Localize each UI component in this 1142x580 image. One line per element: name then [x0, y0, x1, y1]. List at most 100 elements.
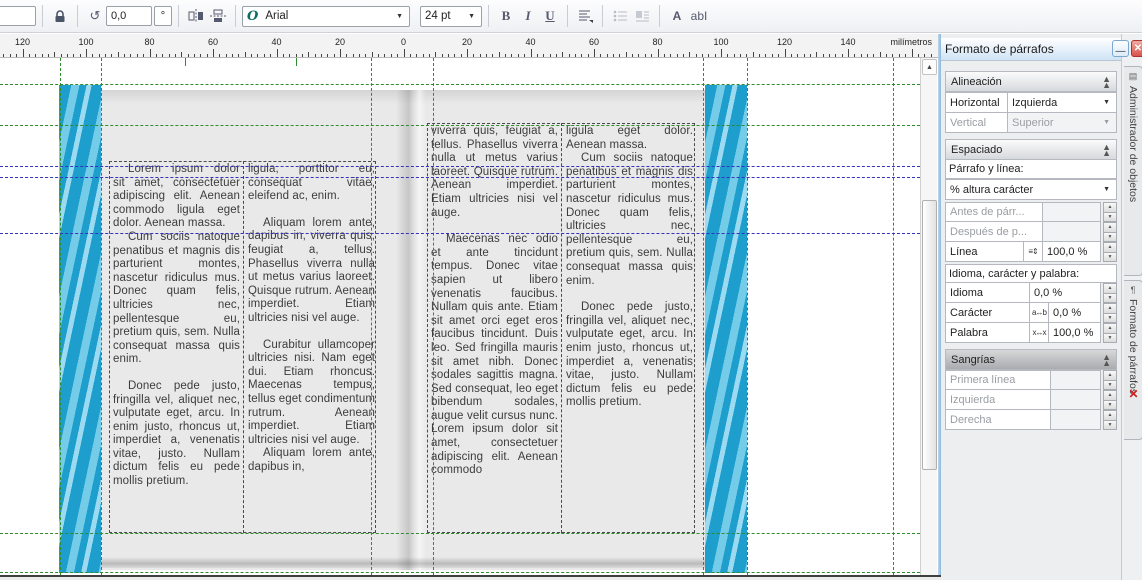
ruler-tick: [327, 54, 328, 57]
paragraph-text: ligula, porttitor eu, consequat vitae, e…: [248, 163, 375, 204]
ruler-tick: [264, 54, 265, 57]
underline-button[interactable]: U: [539, 5, 561, 27]
section-alineacion-header[interactable]: Alineación ▲▲: [945, 71, 1117, 92]
collapse-chevron-icon[interactable]: ▲▲: [1102, 144, 1111, 156]
ruler-number: 140: [840, 37, 855, 47]
ruler-tick: [150, 49, 151, 57]
scroll-up-icon[interactable]: ▲: [922, 59, 937, 75]
bulleted-list-icon[interactable]: [609, 5, 631, 27]
guide-line[interactable]: [747, 58, 748, 575]
chevron-down-icon: ▼: [1101, 186, 1112, 193]
tab-object-manager[interactable]: ▤ Administrador de objetos: [1124, 66, 1142, 276]
ruler-tick: [854, 54, 855, 57]
guide-line[interactable]: [60, 58, 61, 575]
horizontal-alignment-dropdown[interactable]: Izquierda▼: [1008, 93, 1117, 113]
guide-line[interactable]: [101, 58, 102, 575]
guide-line[interactable]: [703, 58, 704, 575]
idioma-field[interactable]: 0,0 %: [1030, 283, 1101, 303]
guide-line[interactable]: [0, 84, 920, 85]
font-list-dropdown[interactable]: O Arial ▼: [242, 6, 410, 27]
line-spacing-stepper[interactable]: ▲▼: [1103, 242, 1117, 262]
guide-line[interactable]: [371, 58, 372, 575]
ruler-tick: [359, 54, 360, 57]
guide-line[interactable]: [0, 177, 920, 178]
ruler-tick: [651, 54, 652, 57]
angle-input[interactable]: 0,0: [106, 6, 152, 26]
ruler-tick: [251, 54, 252, 57]
rotate-icon[interactable]: ↺: [84, 5, 106, 27]
ruler-tick: [378, 54, 379, 57]
line-spacing-field[interactable]: 100,0 %: [1043, 242, 1101, 262]
docker-close-icon[interactable]: ✕: [1126, 386, 1141, 401]
before-paragraph-field: [1043, 203, 1101, 222]
guide-line[interactable]: [296, 58, 297, 66]
ruler-tick: [778, 54, 779, 57]
drawing-canvas[interactable]: Lorem ipsum dolor sit amet, consectetuer…: [0, 58, 920, 575]
paragraph-text: Curabitur ullamcoper ultricies nisi. Nam…: [248, 339, 375, 448]
text-column[interactable]: viverra quis, feugiat a, tellus. Phasell…: [431, 125, 558, 531]
ruler-tick: [397, 54, 398, 57]
guide-line[interactable]: [0, 125, 920, 126]
ruler-tick: [804, 54, 805, 57]
text-column[interactable]: ligula, porttitor eu, consequat vitae, e…: [248, 163, 375, 531]
horizontal-value: Izquierda: [1012, 97, 1101, 109]
guide-line[interactable]: [0, 233, 920, 234]
indent-left-label: Izquierda: [946, 390, 1051, 410]
ruler-tick: [23, 49, 24, 57]
drop-cap-icon[interactable]: [631, 5, 653, 27]
docker-title-bar[interactable]: Formato de párrafos »: [941, 38, 1121, 61]
vertical-scrollbar[interactable]: ▲: [920, 58, 937, 575]
ruler-tick: [823, 54, 824, 57]
guide-line[interactable]: [185, 58, 186, 66]
left-stripe-graphic[interactable]: [59, 85, 101, 573]
guide-line[interactable]: [893, 58, 894, 575]
section-espaciado-header[interactable]: Espaciado ▲▲: [945, 139, 1117, 160]
caracter-label: Carácter: [946, 303, 1030, 323]
caracter-field[interactable]: 0,0 %: [1049, 303, 1101, 323]
right-stripe-graphic[interactable]: [705, 85, 747, 573]
ruler-tick: [638, 54, 639, 57]
position-field-partial[interactable]: [0, 6, 36, 26]
ruler-tick: [899, 54, 900, 57]
guide-line[interactable]: [0, 572, 920, 573]
ruler-unit-label: milímetros: [890, 37, 932, 47]
close-docker-button[interactable]: ✕: [1131, 40, 1142, 57]
palabra-field[interactable]: 100,0 %: [1049, 323, 1101, 343]
degree-unit: °: [154, 6, 172, 26]
spacing-mode-dropdown[interactable]: % altura carácter▼: [946, 180, 1117, 200]
ruler-tick: [562, 52, 563, 57]
ruler-number: 80: [144, 37, 154, 47]
lock-icon[interactable]: [49, 5, 71, 27]
text-column[interactable]: Lorem ipsum dolor sit amet, consectetuer…: [113, 163, 240, 531]
paragraph-text: Cum sociis natoque penatibus et magnis d…: [113, 231, 240, 367]
ruler-tick: [473, 54, 474, 57]
text-cursor-icon[interactable]: abI: [688, 5, 710, 27]
ruler-tick: [461, 54, 462, 57]
font-size-dropdown[interactable]: 24 pt ▼: [420, 6, 482, 27]
collapse-chevron-icon[interactable]: ▲▲: [1102, 354, 1111, 366]
collapse-chevron-icon[interactable]: ▲▲: [1102, 76, 1111, 88]
palabra-stepper[interactable]: ▲▼: [1103, 323, 1117, 343]
ruler-tick: [645, 54, 646, 57]
vertical-alignment-dropdown: Superior▼: [1008, 113, 1117, 133]
bold-button[interactable]: B: [495, 5, 517, 27]
caracter-stepper[interactable]: ▲▼: [1103, 303, 1117, 323]
text-alignment-icon[interactable]: [574, 5, 596, 27]
edit-text-icon[interactable]: A: [666, 5, 688, 27]
tab-paragraph-format[interactable]: ¶ Formato de párrafos: [1124, 280, 1142, 440]
italic-button[interactable]: I: [517, 5, 539, 27]
guide-line[interactable]: [0, 166, 920, 167]
ruler-tick: [35, 54, 36, 57]
mirror-horizontal-icon[interactable]: [185, 5, 207, 27]
mirror-vertical-icon[interactable]: [207, 5, 229, 27]
section-sangrias-header[interactable]: Sangrías ▲▲: [945, 349, 1117, 370]
guide-line[interactable]: [0, 533, 920, 534]
ruler-tick: [626, 52, 627, 57]
text-column[interactable]: ligula eget dolor. Aenean massa.Cum soci…: [566, 125, 693, 531]
scrollbar-thumb[interactable]: [922, 200, 937, 470]
collapse-docker-button[interactable]: —: [1112, 40, 1129, 57]
idioma-stepper[interactable]: ▲▼: [1103, 283, 1117, 303]
horizontal-ruler[interactable]: milímetros 12010080604020020406080100120…: [0, 34, 938, 58]
guide-line[interactable]: [433, 58, 434, 575]
ruler-tick: [143, 54, 144, 57]
